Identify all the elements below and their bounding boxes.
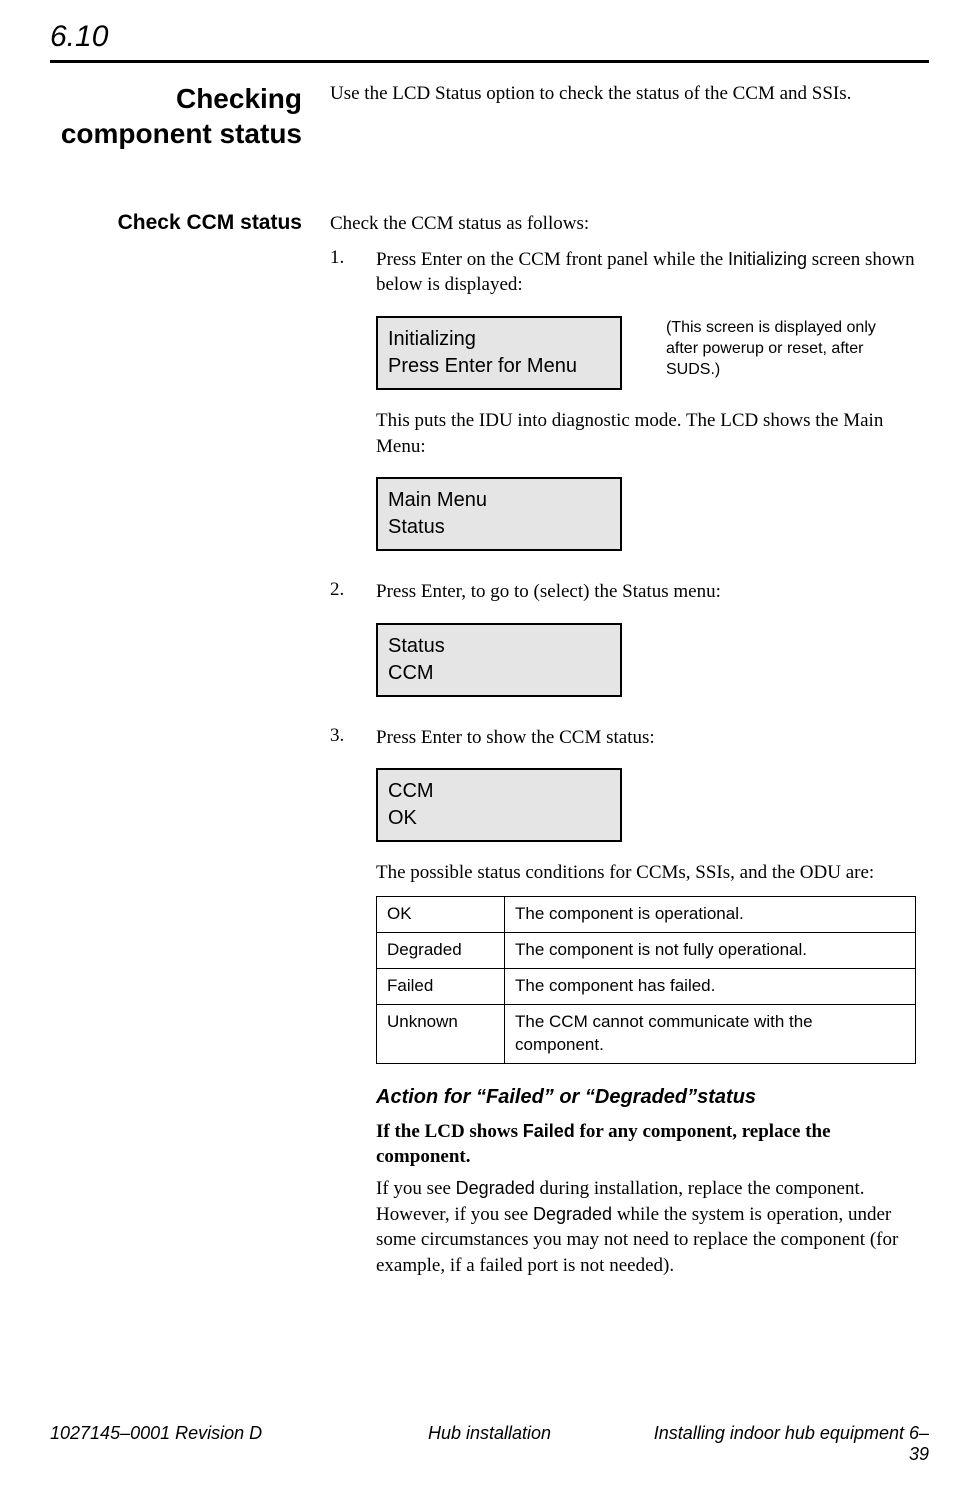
sub-heading: Check CCM status bbox=[50, 211, 302, 235]
action-heading: Action for “Failed” or “Degraded”status bbox=[376, 1084, 929, 1111]
footer-left: 1027145–0001 Revision D bbox=[50, 1423, 343, 1465]
page-footer: 1027145–0001 Revision D Hub installation… bbox=[50, 1423, 929, 1465]
lcd-screen-ccm: CCM OK bbox=[376, 768, 622, 842]
intro-text: Use the LCD Status option to check the s… bbox=[330, 81, 929, 107]
lcd-screen-mainmenu: Main Menu Status bbox=[376, 477, 622, 551]
step-num: 1. bbox=[330, 247, 376, 570]
table-row: OKThe component is operational. bbox=[377, 897, 916, 933]
step-after-text: This puts the IDU into diagnostic mode. … bbox=[376, 408, 929, 459]
table-row: FailedThe component has failed. bbox=[377, 969, 916, 1005]
action-failed: If the LCD shows Failed for any componen… bbox=[376, 1119, 929, 1170]
status-value: The component has failed. bbox=[505, 969, 916, 1005]
step-3: 3. Press Enter to show the CCM status: C… bbox=[330, 725, 929, 1279]
main-heading: Checking component status bbox=[50, 81, 302, 151]
section-rule bbox=[50, 60, 929, 63]
step-num: 3. bbox=[330, 725, 376, 1279]
step-text: Press Enter, to go to (select) the Statu… bbox=[376, 579, 929, 605]
footer-right: Installing indoor hub equipment 6–39 bbox=[636, 1423, 929, 1465]
lcd-note: (This screen is displayed only after pow… bbox=[666, 316, 886, 380]
step-1: 1. Press Enter on the CCM front panel wh… bbox=[330, 247, 929, 570]
sub-intro: Check the CCM status as follows: bbox=[330, 211, 929, 237]
step-after-text: The possible status conditions for CCMs,… bbox=[376, 860, 929, 886]
status-value: The component is not fully operational. bbox=[505, 933, 916, 969]
action-degraded: If you see Degraded during installation,… bbox=[376, 1176, 929, 1279]
step-num: 2. bbox=[330, 579, 376, 715]
step-text: Press Enter to show the CCM status: bbox=[376, 725, 929, 751]
status-key: OK bbox=[377, 897, 505, 933]
status-value: The component is operational. bbox=[505, 897, 916, 933]
table-row: UnknownThe CCM cannot communicate with t… bbox=[377, 1004, 916, 1063]
lcd-screen-initializing: Initializing Press Enter for Menu bbox=[376, 316, 622, 390]
step-2: 2. Press Enter, to go to (select) the St… bbox=[330, 579, 929, 715]
status-key: Unknown bbox=[377, 1004, 505, 1063]
footer-center: Hub installation bbox=[343, 1423, 636, 1465]
step-text: Press Enter on the CCM front panel while… bbox=[376, 247, 929, 298]
status-table: OKThe component is operational.DegradedT… bbox=[376, 896, 916, 1064]
table-row: DegradedThe component is not fully opera… bbox=[377, 933, 916, 969]
lcd-screen-status: Status CCM bbox=[376, 623, 622, 697]
status-key: Degraded bbox=[377, 933, 505, 969]
section-number: 6.10 bbox=[50, 20, 929, 60]
status-key: Failed bbox=[377, 969, 505, 1005]
status-value: The CCM cannot communicate with the comp… bbox=[505, 1004, 916, 1063]
